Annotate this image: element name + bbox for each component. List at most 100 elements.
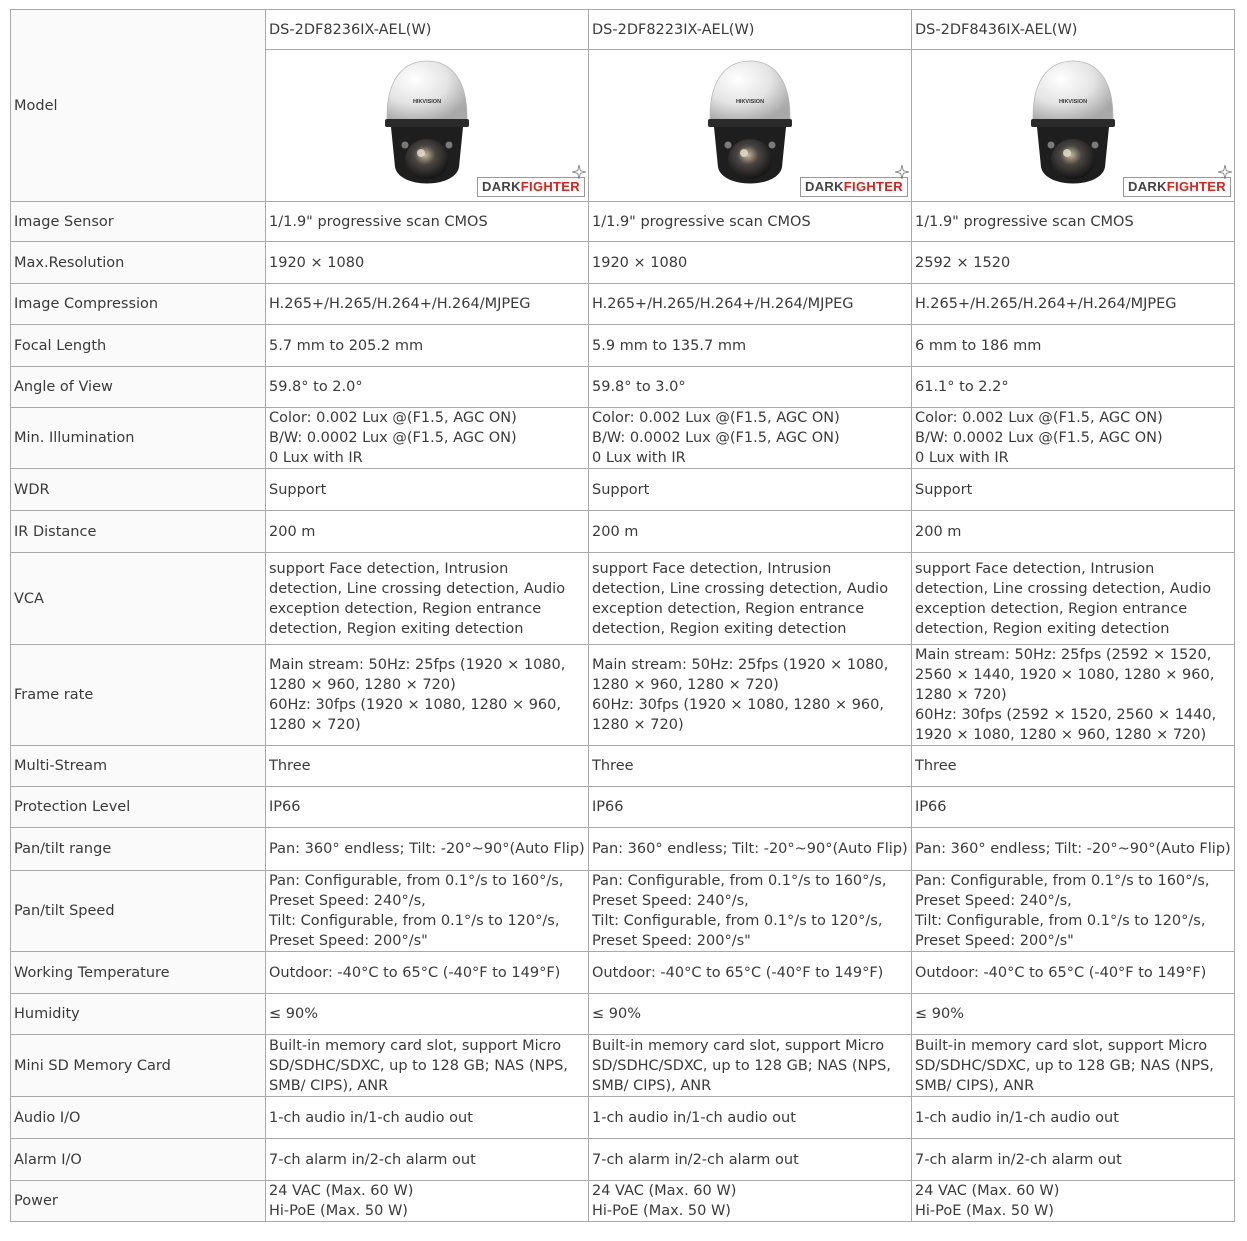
spec-value-line: Support bbox=[592, 481, 650, 498]
spec-value-cell: H.265+/H.265/H.264+/H.264/MJPEG bbox=[588, 283, 912, 325]
spec-value-line: Outdoor: -40°C to 65°C (-40°F to 149°F) bbox=[592, 964, 884, 981]
spec-value-line: 1-ch audio in/1-ch audio out bbox=[592, 1109, 796, 1126]
spec-value-line: 7-ch alarm in/2-ch alarm out bbox=[269, 1151, 476, 1168]
spec-value-cell: 5.9 mm to 135.7 mm bbox=[588, 324, 912, 367]
spec-row: Mini SD Memory Card Built-in memory card … bbox=[10, 1034, 1235, 1097]
spec-value-cell: support Face detection, Intrusion detect… bbox=[265, 552, 589, 645]
spec-value-line: Pan: Configurable, from 0.1°/s to 160°/s… bbox=[269, 873, 564, 889]
spec-value-line: 2592 × 1520 bbox=[915, 254, 1011, 271]
spec-value-cell: Three bbox=[265, 745, 589, 787]
spec-value-line: 200 m bbox=[269, 523, 316, 540]
row-label: Audio I/O bbox=[10, 1096, 266, 1139]
row-label: Angle of View bbox=[10, 366, 266, 408]
row-label: Protection Level bbox=[10, 786, 266, 828]
spec-value-cell: 1/1.9" progressive scan CMOS bbox=[265, 201, 589, 242]
spec-value-cell: Built-in memory card slot, support Micro… bbox=[588, 1034, 912, 1097]
darkfighter-logo-text-dark: DARK bbox=[805, 179, 844, 194]
spec-value-line: Preset Speed: 240°/s, bbox=[269, 893, 426, 909]
spec-table: Model DS-2DF8236IX-AEL(W) DS-2DF8223IX-A… bbox=[10, 9, 1235, 1222]
spec-value-cell: 2592 × 1520 bbox=[911, 241, 1235, 284]
ptz-dome-camera-image: HIKVISION bbox=[708, 60, 792, 184]
spec-value-line: Preset Speed: 200°/s" bbox=[592, 933, 751, 949]
spec-value-line: Main stream: 50Hz: 25fps (2592 × 1520, 2… bbox=[915, 647, 1215, 703]
spec-value-cell: 7-ch alarm in/2-ch alarm out bbox=[588, 1138, 912, 1181]
spec-value-cell: ≤ 90% bbox=[265, 993, 589, 1035]
spec-value-line: B/W: 0.0002 Lux @(F1.5, AGC ON) bbox=[915, 430, 1163, 446]
darkfighter-logo-text-fighter: FIGHTER bbox=[520, 179, 580, 194]
spec-value-cell: 1-ch audio in/1-ch audio out bbox=[911, 1096, 1235, 1139]
spec-value-line: Three bbox=[915, 758, 957, 774]
row-label: Alarm I/O bbox=[10, 1138, 266, 1181]
spec-value-line: B/W: 0.0002 Lux @(F1.5, AGC ON) bbox=[592, 430, 840, 446]
spec-value-cell: Pan: 360° endless; Tilt: -20°~90°(Auto F… bbox=[265, 827, 589, 871]
spec-value-cell: IP66 bbox=[911, 786, 1235, 828]
spec-value-line: Three bbox=[269, 758, 311, 774]
darkfighter-logo-text-fighter: FIGHTER bbox=[843, 179, 903, 194]
row-label: Image Compression bbox=[10, 283, 266, 325]
spec-value-cell: 1-ch audio in/1-ch audio out bbox=[588, 1096, 912, 1139]
row-label: Humidity bbox=[10, 993, 266, 1035]
spec-value-line: Three bbox=[592, 758, 634, 774]
model-name-cell: DS-2DF8436IX-AEL(W) bbox=[911, 9, 1235, 50]
spec-row: Angle of View 59.8° to 2.0° 59.8° to 3.0° 6… bbox=[10, 366, 1235, 408]
spec-row: Pan/tilt Speed Pan: Configurable, from 0.… bbox=[10, 870, 1235, 952]
spec-value-line: Tilt: Configurable, from 0.1°/s to 120°/… bbox=[915, 913, 1206, 929]
spec-row: Max.Resolution 1920 × 1080 1920 × 1080 2592… bbox=[10, 241, 1235, 284]
spec-value-cell: support Face detection, Intrusion detect… bbox=[911, 552, 1235, 645]
spec-value-line: Tilt: Configurable, from 0.1°/s to 120°/… bbox=[592, 913, 883, 929]
spec-row: VCA support Face detection, Intrusion det… bbox=[10, 552, 1235, 645]
spec-value-cell: Outdoor: -40°C to 65°C (-40°F to 149°F) bbox=[265, 951, 589, 994]
model-name-cell: DS-2DF8223IX-AEL(W) bbox=[588, 9, 912, 50]
spec-row: IR Distance 200 m 200 m 200 m bbox=[10, 510, 1235, 553]
spec-row: Image Compression H.265+/H.265/H.264+/H.2… bbox=[10, 283, 1235, 325]
spec-value-line: 61.1° to 2.2° bbox=[915, 379, 1009, 395]
spec-value-cell: 59.8° to 3.0° bbox=[588, 366, 912, 408]
spec-value-line: 5.7 mm to 205.2 mm bbox=[269, 337, 424, 354]
svg-text:HIKVISION: HIKVISION bbox=[413, 99, 441, 105]
spec-value-line: 6 mm to 186 mm bbox=[915, 337, 1042, 354]
spec-row: Multi-Stream Three Three Three bbox=[10, 745, 1235, 787]
spec-value-line: ≤ 90% bbox=[269, 1006, 318, 1022]
spec-value-cell: 1/1.9" progressive scan CMOS bbox=[911, 201, 1235, 242]
row-label: Focal Length bbox=[10, 324, 266, 367]
spec-value-cell: Support bbox=[911, 468, 1235, 511]
spec-value-cell: 200 m bbox=[911, 510, 1235, 553]
spec-value-line: 1-ch audio in/1-ch audio out bbox=[269, 1109, 473, 1126]
spec-value-line: H.265+/H.265/H.264+/H.264/MJPEG bbox=[269, 296, 531, 312]
spec-value-line: Pan: 360° endless; Tilt: -20°~90°(Auto F… bbox=[592, 841, 908, 857]
spec-value-cell: Built-in memory card slot, support Micro… bbox=[911, 1034, 1235, 1097]
spec-value-line: 24 VAC (Max. 60 W) bbox=[915, 1183, 1060, 1199]
spec-row: Protection Level IP66 IP66 IP66 bbox=[10, 786, 1235, 828]
spec-row: Min. Illumination Color: 0.002 Lux @(F1.5… bbox=[10, 407, 1235, 469]
spec-row: Frame rate Main stream: 50Hz: 25fps (1920… bbox=[10, 644, 1235, 746]
spec-value-line: 5.9 mm to 135.7 mm bbox=[592, 337, 747, 354]
spec-value-cell: 1-ch audio in/1-ch audio out bbox=[265, 1096, 589, 1139]
spec-value-cell: 24 VAC (Max. 60 W) Hi-PoE (Max. 50 W) bbox=[588, 1180, 912, 1222]
spec-value-cell: 59.8° to 2.0° bbox=[265, 366, 589, 408]
spec-value-line: 1920 × 1080 bbox=[269, 254, 365, 271]
product-image-cell: HIKVISION DARKFIGHTER bbox=[911, 49, 1235, 202]
sparkle-icon bbox=[1218, 165, 1232, 179]
spec-value-line: 24 VAC (Max. 60 W) bbox=[592, 1183, 737, 1199]
spec-value-line: Color: 0.002 Lux @(F1.5, AGC ON) bbox=[592, 410, 840, 426]
spec-value-line: 60Hz: 30fps (1920 × 1080, 1280 × 960, 12… bbox=[269, 697, 561, 733]
spec-value-line: 200 m bbox=[592, 523, 639, 540]
spec-value-line: H.265+/H.265/H.264+/H.264/MJPEG bbox=[915, 296, 1177, 312]
spec-value-cell: IP66 bbox=[588, 786, 912, 828]
spec-value-line: IP66 bbox=[592, 799, 624, 815]
spec-value-cell: Pan: 360° endless; Tilt: -20°~90°(Auto F… bbox=[588, 827, 912, 871]
spec-value-line: support Face detection, Intrusion detect… bbox=[915, 560, 1212, 637]
darkfighter-logo-text-dark: DARK bbox=[482, 179, 521, 194]
spec-row: Image Sensor 1/1.9" progressive scan CMOS… bbox=[10, 201, 1235, 242]
spec-value-line: Preset Speed: 200°/s" bbox=[915, 933, 1074, 949]
spec-value-line: Support bbox=[915, 481, 973, 498]
spec-value-line: support Face detection, Intrusion detect… bbox=[592, 560, 889, 637]
spec-value-cell: 1920 × 1080 bbox=[588, 241, 912, 284]
spec-row: Working Temperature Outdoor: -40°C to 65°… bbox=[10, 951, 1235, 994]
row-label: Multi-Stream bbox=[10, 745, 266, 787]
spec-value-cell: Main stream: 50Hz: 25fps (1920 × 1080, 1… bbox=[588, 644, 912, 746]
spec-value-line: 1/1.9" progressive scan CMOS bbox=[269, 213, 488, 230]
spec-value-line: 7-ch alarm in/2-ch alarm out bbox=[915, 1151, 1122, 1168]
spec-value-cell: ≤ 90% bbox=[588, 993, 912, 1035]
spec-value-line: Color: 0.002 Lux @(F1.5, AGC ON) bbox=[915, 410, 1163, 426]
